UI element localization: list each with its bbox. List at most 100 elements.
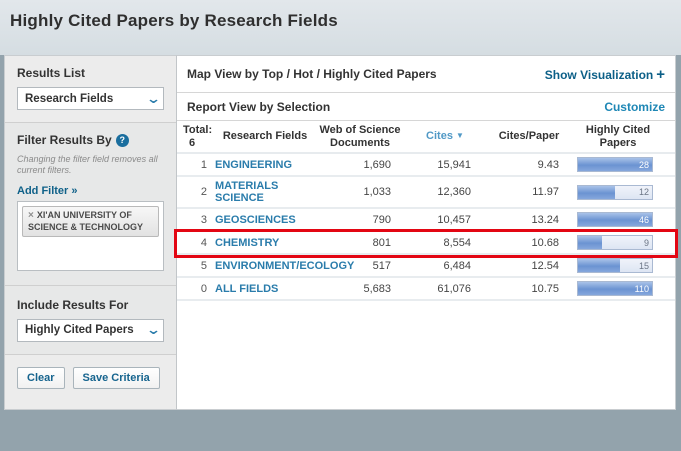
chevron-down-icon: ⌄ — [146, 325, 161, 335]
hcp-bar-fill — [578, 259, 620, 272]
column-header-research-fields: Research Fields — [215, 130, 315, 143]
remove-filter-icon[interactable]: × — [28, 210, 34, 221]
hcp-bar-cell: 28 — [573, 157, 663, 172]
hcp-bar-value: 110 — [635, 282, 649, 295]
hcp-bar-cell: 12 — [573, 185, 663, 200]
hcp-bar-cell: 110 — [573, 281, 663, 296]
page-title: Highly Cited Papers by Research Fields — [10, 11, 671, 31]
results-list-section: Results List Research Fields ⌄ — [5, 56, 176, 122]
include-results-dropdown[interactable]: Highly Cited Papers ⌄ — [17, 319, 164, 342]
hcp-bar: 110 — [577, 281, 653, 296]
report-view-bar: Report View by Selection Customize — [177, 93, 675, 121]
cites-per-paper-value: 11.97 — [485, 186, 573, 198]
customize-link[interactable]: Customize — [604, 100, 665, 114]
hcp-bar: 9 — [577, 235, 653, 250]
column-header-documents: Web of Science Documents — [315, 124, 405, 149]
add-filter-link[interactable]: Add Filter » — [17, 185, 78, 197]
documents-value: 1,690 — [315, 159, 405, 171]
documents-value: 517 — [315, 260, 405, 272]
table-row: 1 ENGINEERING 1,690 15,941 9.43 28 — [177, 154, 675, 177]
column-header-cites-sorted[interactable]: Cites ▼ — [405, 130, 485, 143]
results-list-dropdown[interactable]: Research Fields ⌄ — [17, 87, 164, 110]
hcp-bar-value: 28 — [639, 158, 649, 171]
filter-tag-institution[interactable]: ×XI'AN UNIVERSITY OF SCIENCE & TECHNOLOG… — [22, 206, 159, 238]
cites-value: 10,457 — [405, 214, 485, 226]
table-row: 3 GEOSCIENCES 790 10,457 13.24 46 — [177, 209, 675, 232]
table-row: 4 CHEMISTRY 801 8,554 10.68 9 — [177, 232, 675, 255]
table-header: Total:6 Research Fields Web of Science D… — [177, 121, 675, 154]
hcp-bar-fill — [578, 186, 615, 199]
sidebar-divider — [5, 285, 176, 286]
save-criteria-button[interactable]: Save Criteria — [73, 367, 160, 389]
hcp-bar-value: 12 — [639, 186, 649, 199]
hcp-bar: 28 — [577, 157, 653, 172]
hcp-bar: 46 — [577, 212, 653, 227]
main-panel: Map View by Top / Hot / Highly Cited Pap… — [177, 55, 676, 410]
results-list-label: Results List — [17, 66, 164, 80]
row-number: 1 — [181, 159, 215, 171]
cites-value: 8,554 — [405, 237, 485, 249]
hcp-bar: 15 — [577, 258, 653, 273]
plus-icon: + — [656, 66, 665, 83]
page-body: Results List Research Fields ⌄ Filter Re… — [0, 55, 681, 419]
map-view-title: Map View by Top / Hot / Highly Cited Pap… — [187, 67, 437, 81]
include-results-selected-value: Highly Cited Papers — [25, 324, 134, 336]
row-number: 3 — [181, 214, 215, 226]
show-visualization-link[interactable]: Show Visualization+ — [545, 66, 665, 83]
research-field-link[interactable]: ENGINEERING — [215, 159, 315, 171]
hcp-bar-cell: 15 — [573, 258, 663, 273]
table-row: 0 ALL FIELDS 5,683 61,076 10.75 110 — [177, 278, 675, 301]
filter-tag-label: XI'AN UNIVERSITY OF SCIENCE & TECHNOLOGY — [28, 210, 143, 233]
hcp-bar-fill — [578, 236, 602, 249]
hcp-bar: 12 — [577, 185, 653, 200]
page-header: Highly Cited Papers by Research Fields — [0, 0, 681, 55]
cites-value: 12,360 — [405, 186, 485, 198]
table-row: 5 ENVIRONMENT/ECOLOGY 517 6,484 12.54 15 — [177, 255, 675, 278]
research-field-link[interactable]: MATERIALS SCIENCE — [215, 180, 315, 204]
research-field-link[interactable]: ALL FIELDS — [215, 283, 315, 295]
research-field-link[interactable]: ENVIRONMENT/ECOLOGY — [215, 260, 315, 272]
row-number: 4 — [181, 237, 215, 249]
help-icon[interactable]: ? — [116, 134, 129, 147]
page: Highly Cited Papers by Research Fields R… — [0, 0, 681, 419]
documents-value: 5,683 — [315, 283, 405, 295]
cites-value: 6,484 — [405, 260, 485, 272]
results-list-selected-value: Research Fields — [25, 93, 113, 105]
row-number: 0 — [181, 283, 215, 295]
cites-per-paper-value: 13.24 — [485, 214, 573, 226]
column-header-cites-per-paper: Cites/Paper — [485, 130, 573, 143]
cites-value: 15,941 — [405, 159, 485, 171]
filter-section: Filter Results By? Changing the filter f… — [5, 123, 176, 354]
map-view-bar: Map View by Top / Hot / Highly Cited Pap… — [177, 56, 675, 93]
cites-per-paper-value: 12.54 — [485, 260, 573, 272]
include-results-label: Include Results For — [17, 298, 164, 312]
row-number: 5 — [181, 260, 215, 272]
hcp-bar-cell: 46 — [573, 212, 663, 227]
column-header-highly-cited-papers: Highly Cited Papers — [573, 124, 663, 149]
sidebar-buttons: Clear Save Criteria — [5, 355, 176, 451]
filter-note: Changing the filter field removes all cu… — [17, 154, 164, 177]
chevron-down-icon: ⌄ — [146, 94, 161, 104]
cites-per-paper-value: 9.43 — [485, 159, 573, 171]
hcp-bar-value: 46 — [639, 213, 649, 226]
cites-per-paper-value: 10.75 — [485, 283, 573, 295]
sidebar: Results List Research Fields ⌄ Filter Re… — [4, 55, 177, 410]
sort-desc-icon: ▼ — [456, 131, 464, 140]
research-field-link[interactable]: CHEMISTRY — [215, 237, 315, 249]
documents-value: 790 — [315, 214, 405, 226]
table-row: 2 MATERIALS SCIENCE 1,033 12,360 11.97 1… — [177, 177, 675, 209]
clear-button[interactable]: Clear — [17, 367, 65, 389]
report-view-title: Report View by Selection — [187, 100, 330, 114]
cites-per-paper-value: 10.68 — [485, 237, 573, 249]
documents-value: 801 — [315, 237, 405, 249]
hcp-bar-value: 15 — [639, 259, 649, 272]
table-body: 1 ENGINEERING 1,690 15,941 9.43 28 2 MAT… — [177, 154, 675, 301]
research-field-link[interactable]: GEOSCIENCES — [215, 214, 315, 226]
cites-value: 61,076 — [405, 283, 485, 295]
filter-results-by-label: Filter Results By? — [17, 133, 164, 147]
hcp-bar-cell: 9 — [573, 235, 663, 250]
documents-value: 1,033 — [315, 186, 405, 198]
hcp-bar-value: 9 — [644, 236, 649, 249]
row-number: 2 — [181, 186, 215, 198]
total-count: Total:6 — [181, 124, 215, 149]
